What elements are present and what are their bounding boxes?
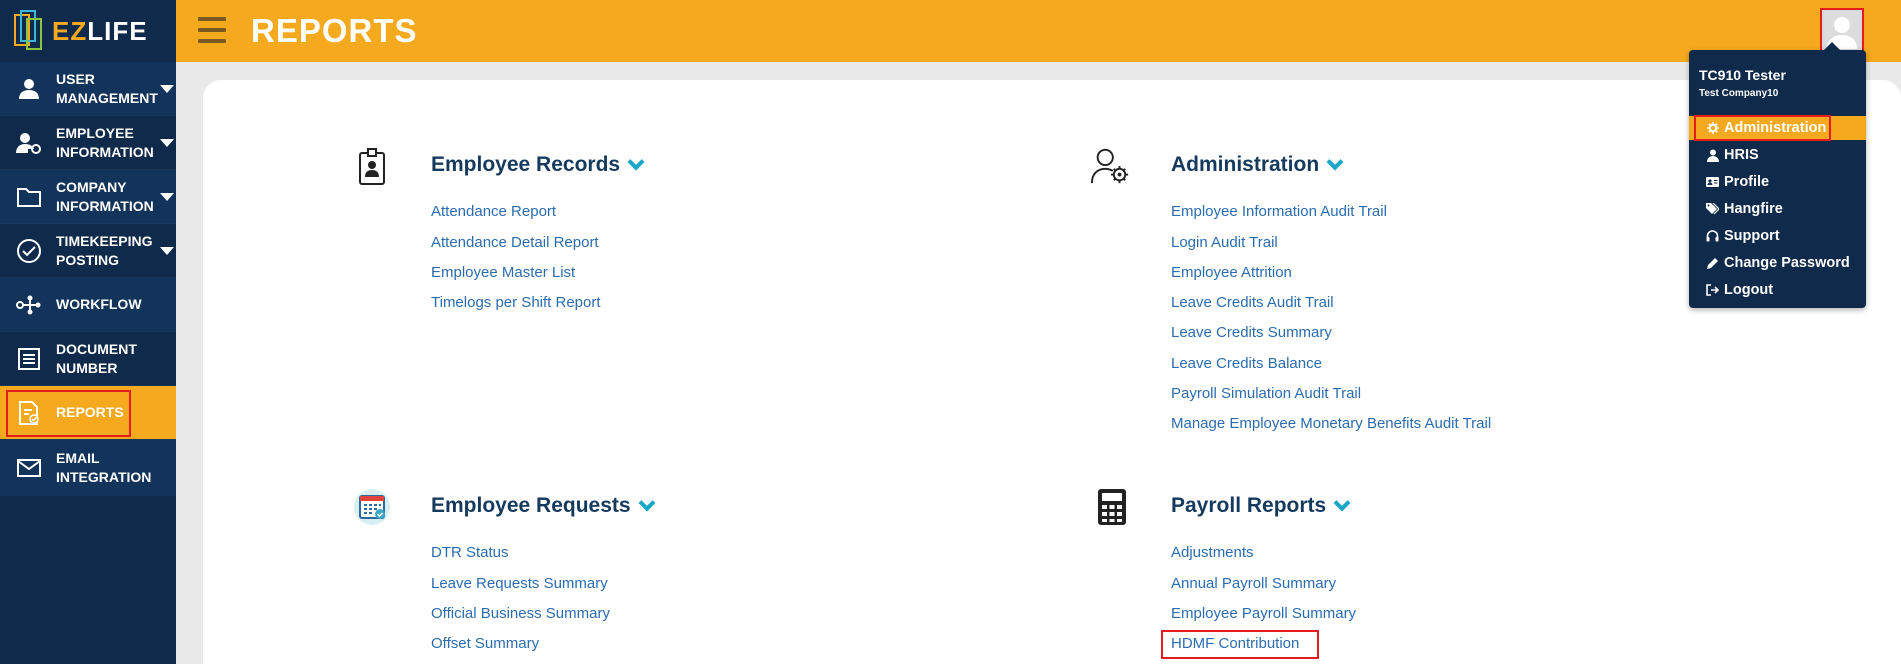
sidebar-item-email-integration[interactable]: EMAIL INTEGRATION <box>0 440 176 496</box>
chevron-down-icon <box>160 192 174 201</box>
sidebar-item-company-information[interactable]: COMPANY INFORMATION <box>0 170 176 224</box>
calendar-check-icon <box>352 487 392 527</box>
sidebar-item-reports[interactable]: REPORTS <box>0 386 176 440</box>
link-hdmf-contribution[interactable]: HDMF Contribution <box>1171 635 1299 652</box>
link-employee-payroll-summary[interactable]: Employee Payroll Summary <box>1171 605 1356 622</box>
link-login-audit-trail[interactable]: Login Audit Trail <box>1171 234 1278 251</box>
link-leave-credits-summary[interactable]: Leave Credits Summary <box>1171 324 1332 341</box>
link-dtr-status[interactable]: DTR Status <box>431 544 509 561</box>
section-title-administration[interactable]: Administration <box>1171 153 1344 177</box>
menu-item-profile[interactable]: Profile <box>1689 170 1866 194</box>
link-offset-summary[interactable]: Offset Summary <box>431 635 539 652</box>
page-title: REPORTS <box>251 12 418 49</box>
app-logo[interactable]: EZLIFE <box>0 0 176 62</box>
sidebar-item-workflow[interactable]: WORKFLOW <box>0 278 176 332</box>
report-icon <box>14 400 44 426</box>
chevron-down-icon[interactable] <box>638 494 656 512</box>
menu-item-hangfire[interactable]: Hangfire <box>1689 197 1866 221</box>
user-company: Test Company10 <box>1699 88 1779 99</box>
envelope-icon <box>14 458 44 478</box>
menu-item-logout[interactable]: Logout <box>1689 278 1866 302</box>
sidebar: EZLIFE USER MANAGEMENT EMPLOYEE INFORMAT… <box>0 0 176 664</box>
logo-text: EZLIFE <box>52 15 148 46</box>
workflow-icon <box>14 294 44 316</box>
chevron-down-icon <box>160 246 174 255</box>
sidebar-item-document-number[interactable]: DOCUMENT NUMBER <box>0 332 176 386</box>
pencil-icon <box>1706 257 1719 270</box>
link-official-business-summary[interactable]: Official Business Summary <box>431 605 610 622</box>
sidebar-item-timekeeping-posting[interactable]: TIMEKEEPING POSTING <box>0 224 176 278</box>
menu-item-hris[interactable]: HRIS <box>1689 143 1866 167</box>
id-card-icon <box>352 147 392 187</box>
user-dropdown-menu: TC910 Tester Test Company10 Administrati… <box>1689 42 1866 308</box>
folder-icon <box>14 186 44 208</box>
employee-info-icon <box>14 131 44 155</box>
list-icon <box>14 347 44 371</box>
link-adjustments[interactable]: Adjustments <box>1171 544 1254 561</box>
chevron-down-icon[interactable] <box>1333 494 1351 512</box>
tags-icon <box>1706 203 1719 216</box>
user-icon <box>1706 149 1719 162</box>
calculator-icon <box>1092 487 1132 527</box>
chevron-down-icon[interactable] <box>627 153 645 171</box>
menu-item-change-password[interactable]: Change Password <box>1689 251 1866 275</box>
link-attendance-detail-report[interactable]: Attendance Detail Report <box>431 234 599 251</box>
menu-toggle-icon[interactable] <box>198 17 226 43</box>
link-leave-credits-audit-trail[interactable]: Leave Credits Audit Trail <box>1171 294 1334 311</box>
menu-item-support[interactable]: Support <box>1689 224 1866 248</box>
id-card-icon <box>1706 176 1719 189</box>
link-manage-employee-monetary-benefits-audit-trail[interactable]: Manage Employee Monetary Benefits Audit … <box>1171 415 1491 432</box>
section-title-employee-records[interactable]: Employee Records <box>431 153 645 177</box>
check-circle-icon <box>14 238 44 264</box>
user-gear-icon <box>1090 146 1130 186</box>
top-header: REPORTS <box>176 0 1901 62</box>
link-payroll-simulation-audit-trail[interactable]: Payroll Simulation Audit Trail <box>1171 385 1361 402</box>
link-employee-master-list[interactable]: Employee Master List <box>431 264 575 281</box>
sign-out-icon <box>1706 284 1719 297</box>
chevron-down-icon <box>160 84 174 93</box>
link-leave-requests-summary[interactable]: Leave Requests Summary <box>431 575 608 592</box>
logo-mark-icon <box>12 9 46 53</box>
chevron-down-icon <box>160 138 174 147</box>
chevron-down-icon[interactable] <box>1326 153 1344 171</box>
user-icon <box>14 77 44 101</box>
link-leave-credits-balance[interactable]: Leave Credits Balance <box>1171 355 1322 372</box>
gear-icon <box>1706 122 1719 135</box>
menu-item-administration[interactable]: Administration <box>1689 116 1866 140</box>
headset-icon <box>1706 230 1719 243</box>
user-name: TC910 Tester <box>1699 67 1786 83</box>
sidebar-item-user-management[interactable]: USER MANAGEMENT <box>0 62 176 116</box>
link-timelogs-per-shift-report[interactable]: Timelogs per Shift Report <box>431 294 601 311</box>
section-title-payroll-reports[interactable]: Payroll Reports <box>1171 494 1351 518</box>
link-employee-information-audit-trail[interactable]: Employee Information Audit Trail <box>1171 203 1387 220</box>
section-title-employee-requests[interactable]: Employee Requests <box>431 494 656 518</box>
link-annual-payroll-summary[interactable]: Annual Payroll Summary <box>1171 575 1336 592</box>
sidebar-item-employee-information[interactable]: EMPLOYEE INFORMATION <box>0 116 176 170</box>
link-employee-attrition[interactable]: Employee Attrition <box>1171 264 1292 281</box>
link-attendance-report[interactable]: Attendance Report <box>431 203 556 220</box>
